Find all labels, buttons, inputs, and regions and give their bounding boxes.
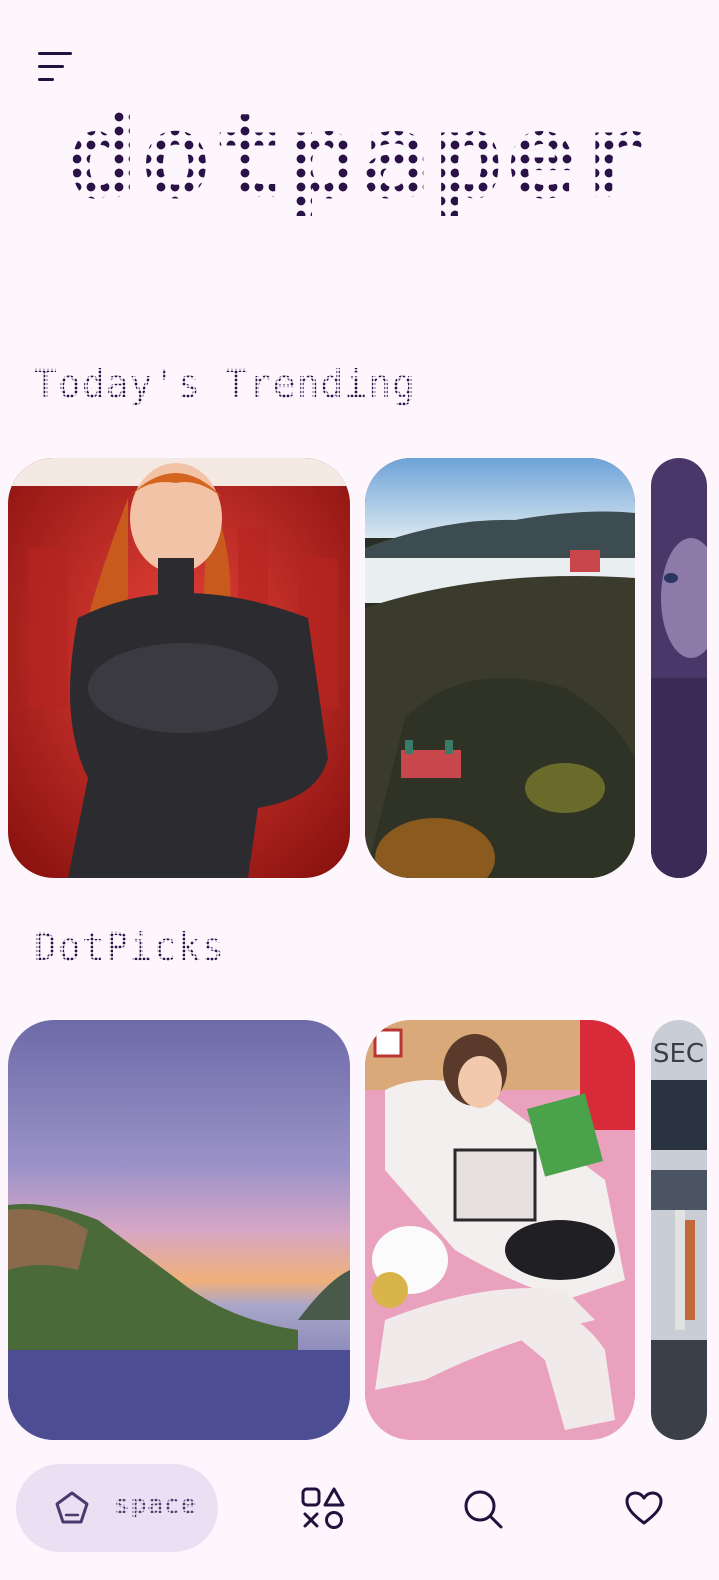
heart-icon[interactable]: [624, 1490, 664, 1526]
pentagon-icon: [55, 1491, 89, 1524]
wallpaper-image: SEC: [651, 1020, 707, 1440]
wallpaper-image: [365, 458, 635, 878]
wallpaper-card[interactable]: [365, 1020, 635, 1440]
nav-item-label: space: [114, 1490, 198, 1520]
menu-line-3: [38, 78, 54, 81]
wallpaper-card[interactable]: [651, 458, 707, 878]
bottom-nav: space: [0, 1458, 719, 1580]
menu-button[interactable]: [36, 48, 76, 86]
search-icon[interactable]: [462, 1488, 504, 1530]
svg-text:SEC: SEC: [653, 1039, 704, 1069]
section-title-trending: Today's Trending: [34, 362, 417, 406]
wallpaper-image: [365, 1020, 635, 1440]
app-logo: dotpaper: [0, 96, 719, 216]
menu-line-2: [38, 65, 64, 68]
section-title-dotpicks: DotPicks: [34, 925, 226, 969]
wallpaper-image: [8, 1020, 350, 1440]
wallpaper-image: [651, 458, 707, 878]
wallpaper-card[interactable]: [8, 458, 350, 878]
wallpaper-card[interactable]: [365, 458, 635, 878]
nav-item-space[interactable]: space: [16, 1464, 218, 1552]
wallpaper-card[interactable]: SEC: [651, 1020, 707, 1440]
dotpicks-row: SEC: [0, 1020, 719, 1442]
shapes-icon[interactable]: [300, 1486, 346, 1532]
trending-row: [0, 458, 719, 880]
wallpaper-card[interactable]: [8, 1020, 350, 1440]
wallpaper-image: [8, 458, 350, 878]
menu-lines-icon: [38, 52, 72, 55]
